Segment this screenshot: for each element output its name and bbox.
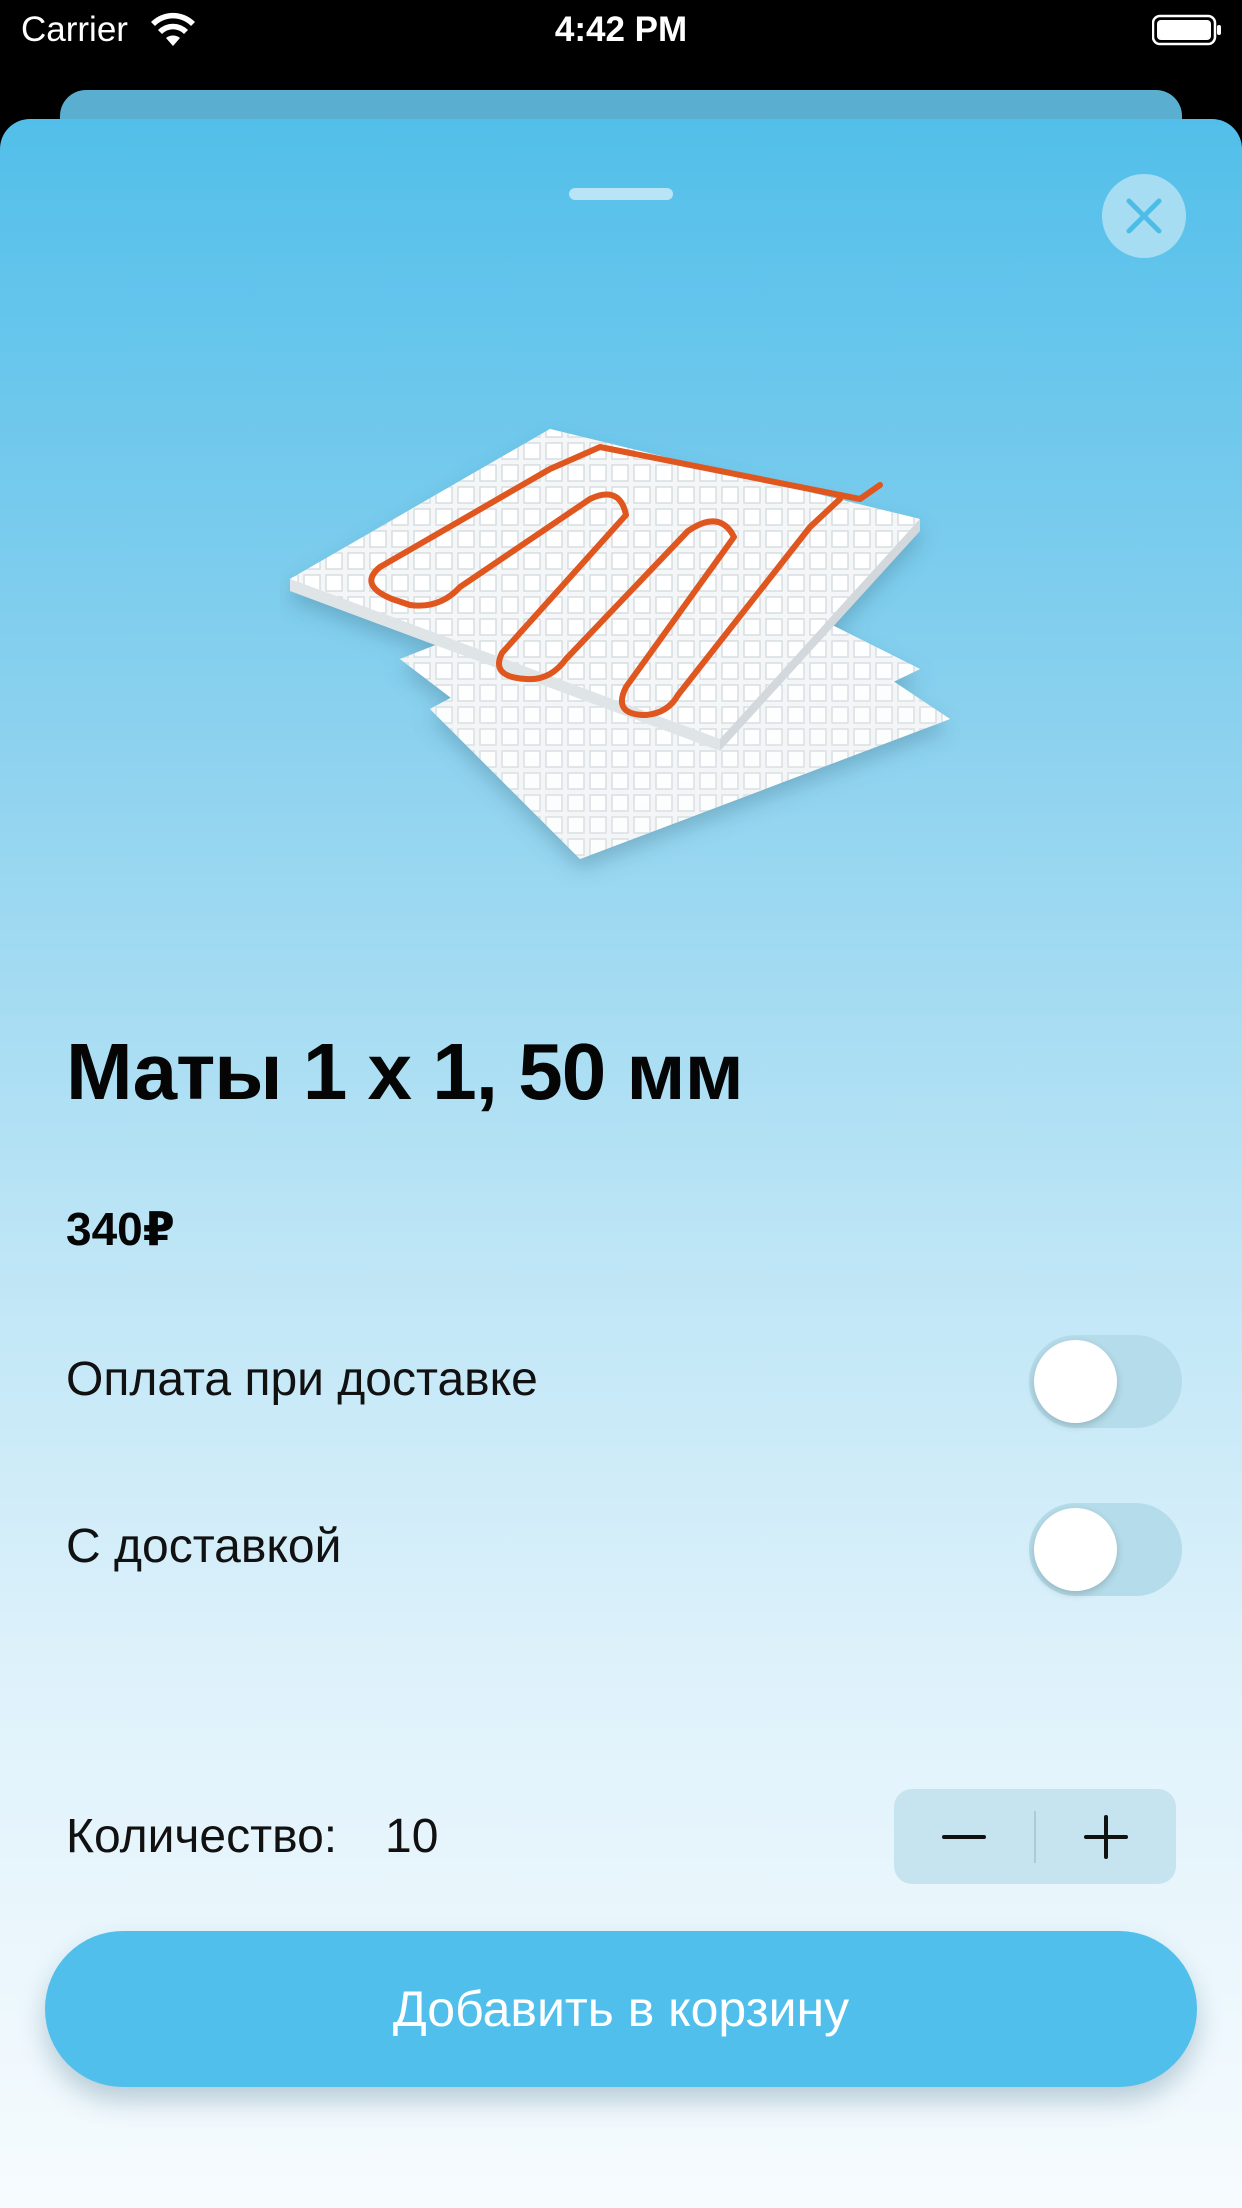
decrement-button[interactable] bbox=[894, 1789, 1034, 1884]
minus-icon bbox=[942, 1834, 986, 1839]
toggle-knob bbox=[1034, 1340, 1117, 1423]
with-delivery-toggle[interactable] bbox=[1029, 1503, 1182, 1596]
with-delivery-label: С доставкой bbox=[66, 1520, 342, 1573]
product-price: 340₽ bbox=[66, 1203, 175, 1255]
cash-on-delivery-toggle[interactable] bbox=[1029, 1335, 1182, 1428]
plus-icon bbox=[1084, 1814, 1128, 1859]
quantity-label: Количество: bbox=[66, 1810, 338, 1863]
toggle-knob bbox=[1034, 1508, 1117, 1591]
product-title: Маты 1 х 1, 50 мм bbox=[66, 1027, 744, 1116]
sheet-grabber[interactable] bbox=[569, 188, 673, 200]
cash-on-delivery-label: Оплата при доставке bbox=[66, 1353, 538, 1406]
add-to-cart-button[interactable]: Добавить в корзину bbox=[45, 1931, 1197, 2087]
add-to-cart-label: Добавить в корзину bbox=[392, 1981, 850, 2037]
battery-full-icon bbox=[1152, 14, 1221, 46]
product-image bbox=[290, 429, 950, 859]
close-icon bbox=[1126, 198, 1162, 234]
product-sheet: Маты 1 х 1, 50 мм 340₽ Оплата при достав… bbox=[0, 119, 1242, 2208]
increment-button[interactable] bbox=[1036, 1789, 1176, 1884]
status-bar: Carrier 4:42 PM bbox=[0, 0, 1242, 62]
quantity-value: 10 bbox=[385, 1810, 439, 1863]
status-time: 4:42 PM bbox=[554, 10, 688, 49]
quantity-stepper bbox=[894, 1789, 1176, 1884]
close-button[interactable] bbox=[1102, 174, 1186, 258]
